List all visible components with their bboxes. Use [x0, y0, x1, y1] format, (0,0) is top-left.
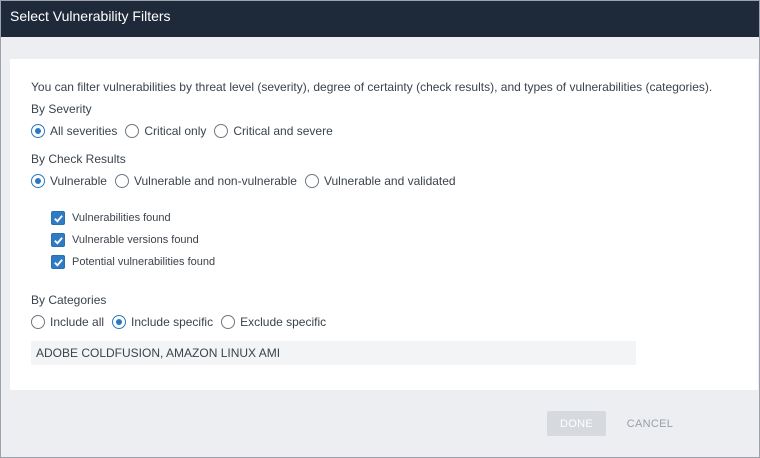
checkbox-row-vulnerabilities-found: Vulnerabilities found [51, 211, 171, 225]
categories-selection-field[interactable]: ADOBE COLDFUSION, AMAZON LINUX AMI [31, 341, 636, 365]
radio-label-include-specific[interactable]: Include specific [131, 315, 213, 329]
checkmark-icon [53, 236, 63, 245]
severity-radio-group: All severities Critical only Critical an… [31, 124, 341, 138]
radio-all-severities[interactable] [31, 124, 45, 138]
checkbox-potential-vulnerabilities-found[interactable] [51, 255, 65, 269]
check-results-heading: By Check Results [31, 152, 126, 166]
radio-label-all-severities[interactable]: All severities [50, 124, 117, 138]
checkbox-row-vulnerable-versions-found: Vulnerable versions found [51, 233, 199, 247]
radio-label-vulnerable-and-validated[interactable]: Vulnerable and validated [324, 174, 456, 188]
categories-radio-group: Include all Include specific Exclude spe… [31, 315, 334, 329]
dialog-title: Select Vulnerability Filters [1, 1, 759, 37]
radio-label-exclude-specific[interactable]: Exclude specific [240, 315, 326, 329]
checkmark-icon [53, 214, 63, 223]
radio-exclude-specific[interactable] [221, 315, 236, 329]
checkbox-vulnerabilities-found[interactable] [51, 211, 65, 225]
cancel-button[interactable]: CANCEL [619, 411, 681, 436]
checkbox-label-vulnerable-versions-found[interactable]: Vulnerable versions found [72, 234, 199, 246]
checkmark-icon [53, 258, 63, 267]
radio-label-critical-and-severe[interactable]: Critical and severe [233, 124, 332, 138]
checkbox-label-potential-vulnerabilities-found[interactable]: Potential vulnerabilities found [72, 256, 215, 268]
vulnerability-filters-dialog: Select Vulnerability Filters You can fil… [0, 0, 760, 458]
radio-include-specific[interactable] [112, 315, 127, 329]
radio-vulnerable-and-validated[interactable] [304, 174, 319, 188]
radio-critical-only[interactable] [125, 124, 140, 138]
radio-critical-and-severe[interactable] [214, 124, 229, 138]
radio-vulnerable-and-non-vulnerable[interactable] [114, 174, 129, 188]
severity-heading: By Severity [31, 102, 92, 116]
checkbox-row-potential-vulnerabilities-found: Potential vulnerabilities found [51, 255, 215, 269]
categories-heading: By Categories [31, 293, 107, 307]
radio-label-vulnerable[interactable]: Vulnerable [50, 174, 107, 188]
radio-vulnerable[interactable] [31, 174, 45, 188]
checkbox-label-vulnerabilities-found[interactable]: Vulnerabilities found [72, 212, 171, 224]
dialog-content: You can filter vulnerabilities by threat… [10, 59, 758, 390]
radio-include-all[interactable] [31, 315, 45, 329]
radio-label-include-all[interactable]: Include all [50, 315, 104, 329]
dialog-description: You can filter vulnerabilities by threat… [31, 80, 713, 94]
check-results-radio-group: Vulnerable Vulnerable and non-vulnerable… [31, 174, 464, 188]
radio-label-vulnerable-and-non-vulnerable[interactable]: Vulnerable and non-vulnerable [134, 174, 297, 188]
radio-label-critical-only[interactable]: Critical only [144, 124, 206, 138]
checkbox-vulnerable-versions-found[interactable] [51, 233, 65, 247]
done-button[interactable]: DONE [547, 411, 606, 436]
